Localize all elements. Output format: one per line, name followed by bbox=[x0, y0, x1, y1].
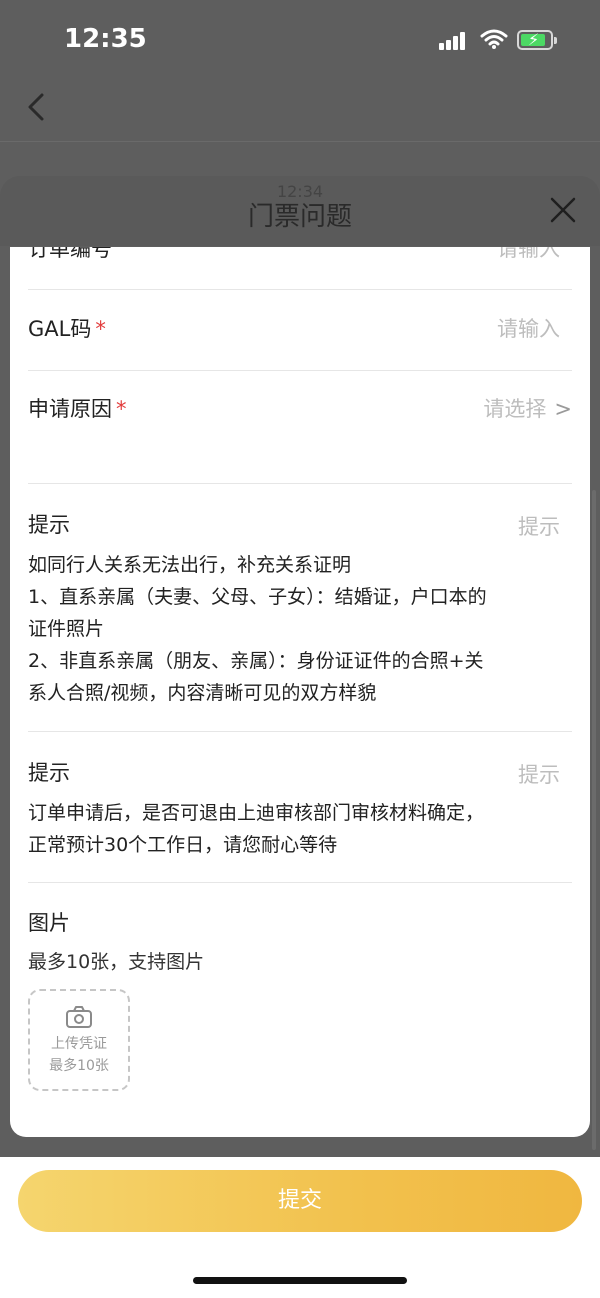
tip1-line: 系人合照/视频，内容清晰可见的双方样貌 bbox=[28, 682, 377, 704]
status-bar: 12:35 ⚡ bbox=[0, 0, 600, 80]
required-mark: * bbox=[116, 397, 127, 421]
form-card: 订单编号 请输入 GAL码 * 请输入 申请原因 * 请选择 > 提示 提示 如同行人… bbox=[10, 247, 590, 1137]
upload-label: 上传凭证 bbox=[51, 1036, 107, 1052]
tip1-text: 如同行人关系无法出行，补充关系证明 1、直系亲属（夫妻、父母、子女）：结婚证，户… bbox=[28, 549, 572, 709]
gal-code-row[interactable]: GAL码 * 请输入 bbox=[28, 313, 572, 353]
reason-placeholder: 请选择 bbox=[483, 397, 547, 421]
tip2-line: 正常预计30个工作日，请您耐心等待 bbox=[28, 834, 338, 856]
tip2-section: 提示 提示 订单申请后，是否可退由上迪审核部门审核材料确定， 正常预计30个工作… bbox=[28, 757, 572, 867]
order-no-input[interactable]: 请输入 bbox=[497, 247, 560, 263]
gal-code-input[interactable]: 请输入 bbox=[497, 313, 560, 343]
upload-limit: 最多10张 bbox=[49, 1058, 109, 1074]
scrollbar[interactable] bbox=[592, 490, 596, 1150]
gal-code-label: GAL码 bbox=[28, 317, 92, 341]
battery-icon: ⚡ bbox=[517, 30, 557, 50]
images-label: 图片 bbox=[28, 911, 70, 935]
upload-button[interactable]: 上传凭证 最多10张 bbox=[28, 989, 130, 1091]
back-icon[interactable] bbox=[24, 92, 48, 122]
tip1-placeholder: 提示 bbox=[518, 515, 560, 539]
tip2-label: 提示 bbox=[28, 761, 70, 785]
required-mark: * bbox=[95, 317, 106, 341]
close-icon[interactable] bbox=[549, 196, 577, 224]
camera-icon bbox=[66, 1006, 92, 1028]
tip1-line: 2、非直系亲属（朋友、亲属）：身份证证件的合照+关 bbox=[28, 650, 484, 672]
tip1-line: 证件照片 bbox=[28, 618, 105, 640]
status-time: 12:35 bbox=[64, 24, 147, 54]
reason-select[interactable]: 请选择 > bbox=[483, 393, 572, 423]
submit-button[interactable]: 提交 bbox=[18, 1170, 582, 1232]
tip1-label: 提示 bbox=[28, 513, 70, 537]
reason-label: 申请原因 bbox=[28, 397, 112, 421]
home-indicator bbox=[193, 1277, 407, 1284]
signal-icon bbox=[439, 32, 469, 50]
tip1-line: 1、直系亲属（夫妻、父母、子女）：结婚证，户口本的 bbox=[28, 586, 487, 608]
divider bbox=[28, 370, 572, 371]
nav-divider bbox=[0, 141, 600, 142]
reason-row[interactable]: 申请原因 * 请选择 > bbox=[28, 393, 572, 433]
reason-label-wrap: 申请原因 * bbox=[28, 393, 127, 423]
divider bbox=[28, 731, 572, 732]
tip2-placeholder: 提示 bbox=[518, 763, 560, 787]
divider bbox=[28, 483, 572, 484]
images-subtitle: 最多10张，支持图片 bbox=[28, 951, 205, 973]
tip1-line: 如同行人关系无法出行，补充关系证明 bbox=[28, 554, 352, 576]
divider bbox=[28, 289, 572, 290]
order-no-row[interactable]: 订单编号 请输入 bbox=[28, 247, 572, 273]
chevron-right-icon: > bbox=[554, 397, 572, 421]
divider bbox=[28, 882, 572, 883]
tip2-line: 订单申请后，是否可退由上迪审核部门审核材料确定， bbox=[28, 802, 485, 824]
order-no-label: 订单编号 bbox=[28, 247, 112, 261]
wifi-icon bbox=[480, 29, 508, 49]
sheet-title: 门票问题 bbox=[247, 202, 352, 232]
gal-code-label-wrap: GAL码 * bbox=[28, 313, 106, 343]
tip2-text: 订单申请后，是否可退由上迪审核部门审核材料确定， 正常预计30个工作日，请您耐心… bbox=[28, 797, 572, 861]
tip1-section: 提示 提示 如同行人关系无法出行，补充关系证明 1、直系亲属（夫妻、父母、子女）… bbox=[28, 509, 572, 709]
images-section: 图片 最多10张，支持图片 bbox=[28, 907, 572, 987]
